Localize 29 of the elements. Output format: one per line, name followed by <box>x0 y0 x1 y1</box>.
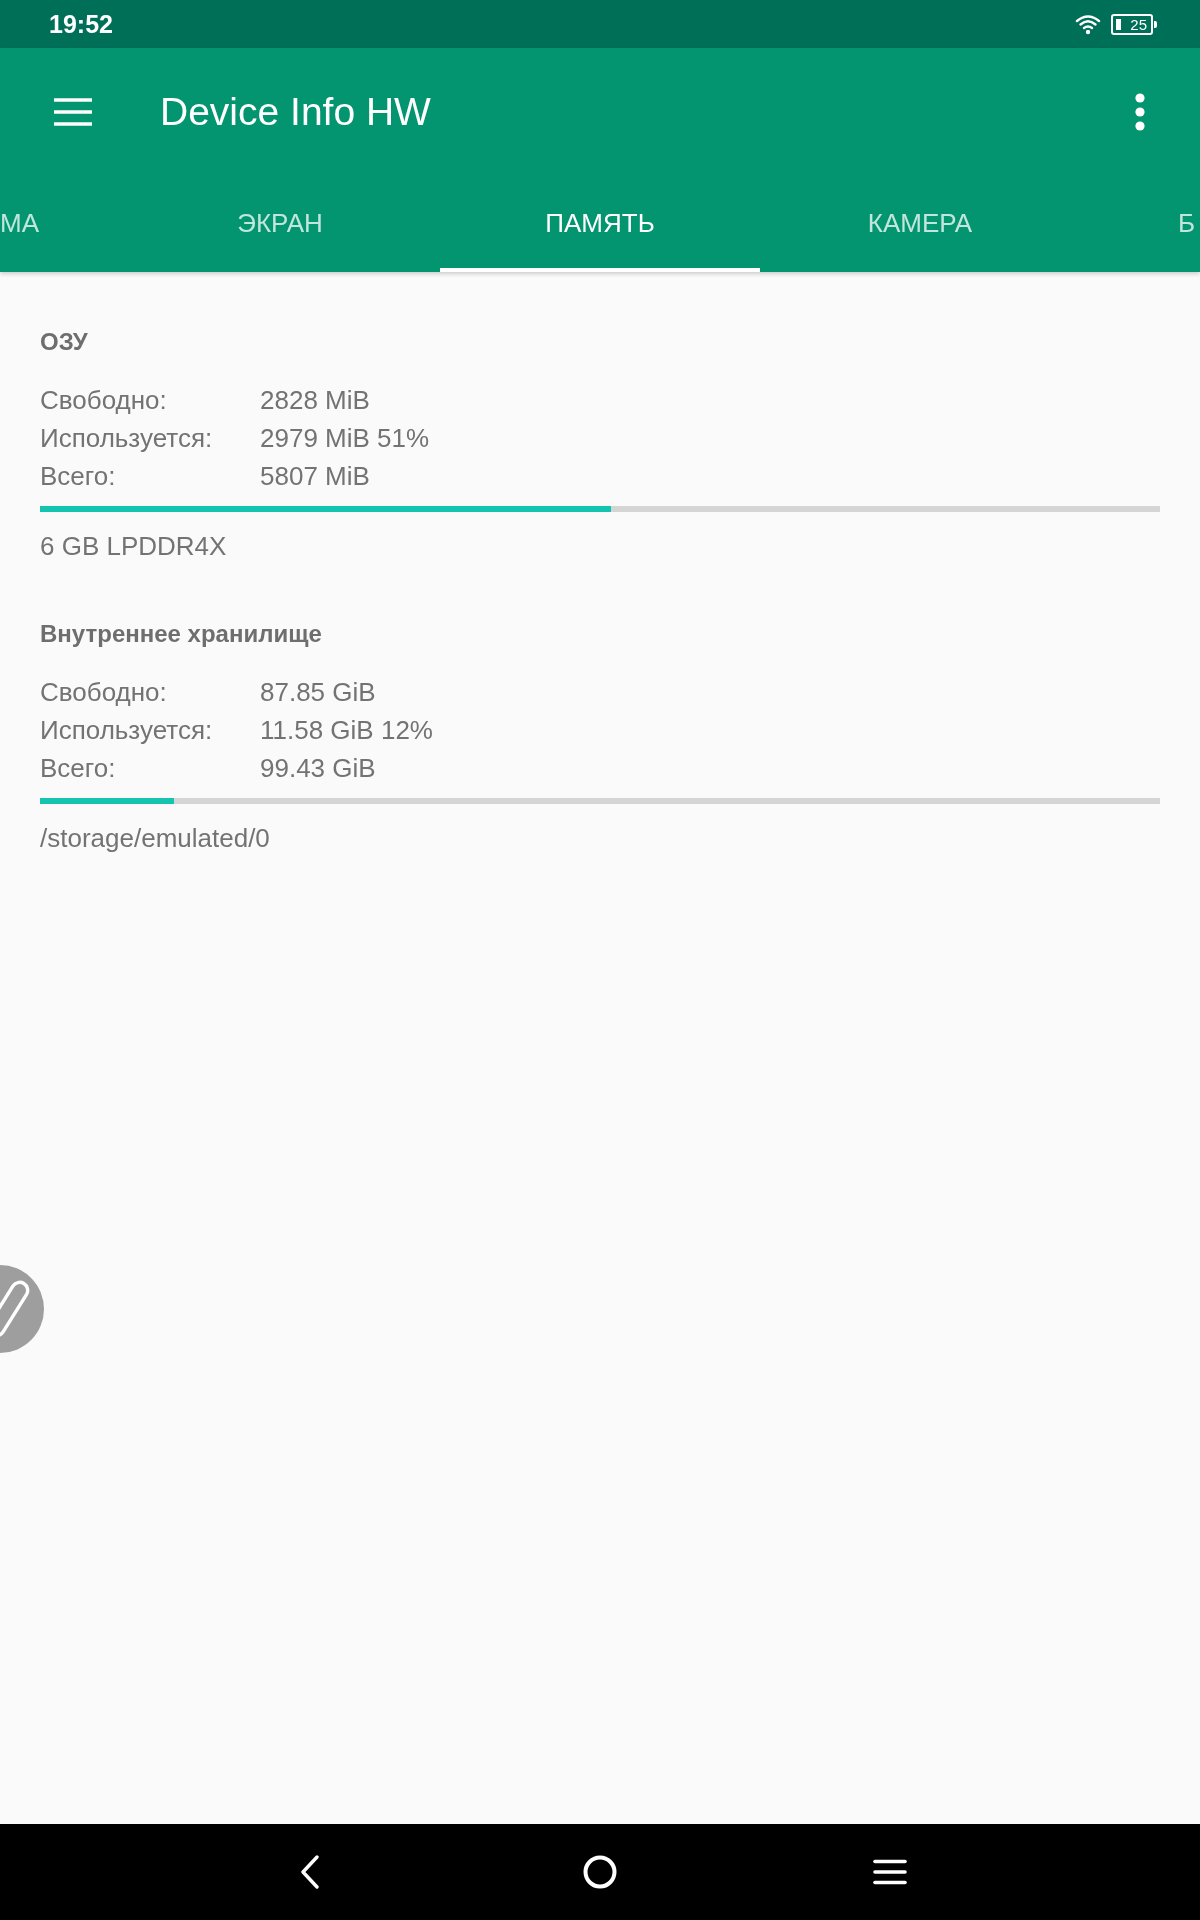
field-value: 11.58 GiB 12% <box>260 714 433 747</box>
tab[interactable]: ЭКРАН <box>120 160 440 272</box>
back-icon[interactable] <box>301 1855 319 1889</box>
pen-icon[interactable] <box>0 1265 44 1353</box>
app-title: Device Info HW <box>160 90 432 134</box>
section-title: ОЗУ <box>40 327 89 357</box>
field-label: Свободно: <box>40 676 168 709</box>
field-label: Всего: <box>40 752 117 785</box>
field-value: 2979 MiB 51% <box>260 422 430 455</box>
wifi-icon <box>1075 13 1102 35</box>
section-note: 6 GB LPDDR4X <box>40 530 228 563</box>
clock-time: 19:52 <box>49 9 113 39</box>
home-icon[interactable] <box>583 1855 617 1889</box>
field-label: Используется: <box>40 714 214 747</box>
field-label: Всего: <box>40 460 117 493</box>
field-value: 99.43 GiB <box>260 752 377 785</box>
tab[interactable]: ПАМЯТЬ <box>440 160 760 272</box>
tab[interactable]: МА <box>0 160 120 272</box>
tab[interactable]: Б <box>1080 160 1200 272</box>
field-value: 2828 MiB <box>260 384 371 417</box>
tab[interactable]: КАМЕРА <box>760 160 1080 272</box>
more-options-icon[interactable] <box>1134 93 1146 131</box>
section-note: /storage/emulated/0 <box>40 822 271 855</box>
field-value: 5807 MiB <box>260 460 371 493</box>
field-label: Используется: <box>40 422 214 455</box>
field-label: Свободно: <box>40 384 168 417</box>
section-title: Внутреннее хранилище <box>40 619 323 649</box>
menu-icon[interactable] <box>873 1859 907 1885</box>
field-value: 87.85 GiB <box>260 676 377 709</box>
